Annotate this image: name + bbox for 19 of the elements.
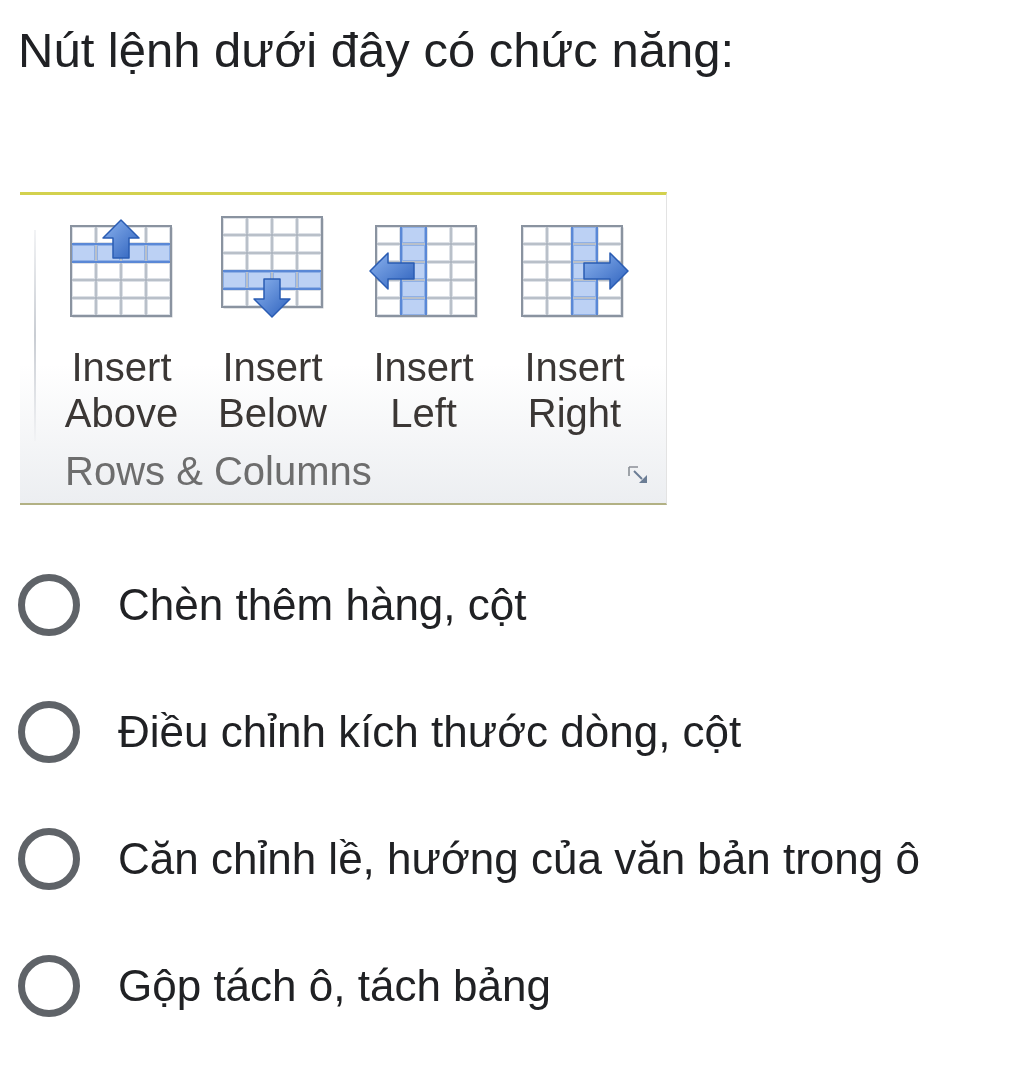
radio-button[interactable] — [18, 954, 80, 1017]
table-right-arrow-icon — [519, 224, 630, 319]
option-label: Căn chỉnh lề, hướng của văn bản trong ô — [118, 832, 920, 885]
table-down-arrow-icon — [220, 215, 325, 319]
ribbon-button[interactable]: Insert Right — [499, 217, 650, 436]
dialog-launcher-icon[interactable] — [628, 466, 648, 484]
ribbon-button[interactable]: Insert Left — [348, 217, 499, 436]
group-title: Rows & Columns — [65, 448, 372, 494]
option-label: Gộp tách ô, tách bảng — [118, 959, 551, 1012]
table-up-arrow-icon — [69, 218, 174, 319]
radio-button[interactable] — [18, 700, 80, 763]
question-text: Nút lệnh dưới đây có chức năng: — [18, 22, 735, 79]
ribbon-button[interactable]: Insert Above — [46, 217, 197, 436]
radio-button[interactable] — [18, 827, 80, 890]
option-label: Chèn thêm hàng, cột — [118, 578, 527, 631]
option-label: Điều chỉnh kích thước dòng, cột — [118, 705, 742, 758]
radio-button[interactable] — [18, 573, 80, 636]
table-left-arrow-icon — [368, 224, 479, 319]
ribbon-button[interactable]: Insert Below — [197, 217, 348, 436]
